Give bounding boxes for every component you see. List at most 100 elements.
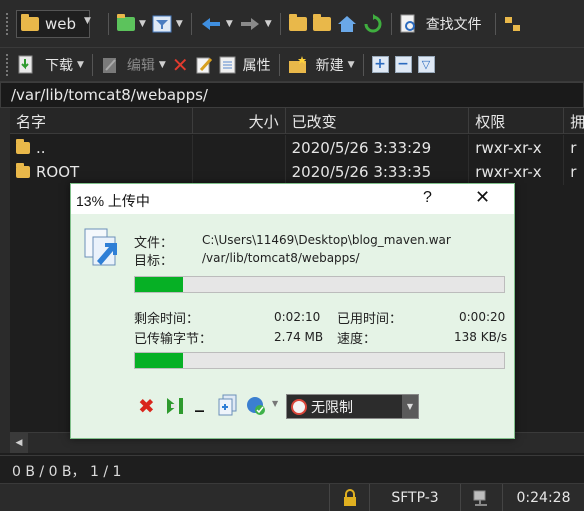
filter-icon <box>152 15 172 32</box>
file-modified: 2020/5/26 3:33:29 <box>291 139 432 157</box>
file-permissions: rwxr-xr-x <box>475 139 542 157</box>
home-directory-button[interactable] <box>334 10 360 38</box>
new-label: 新建 <box>315 57 344 74</box>
unselect-all-button[interactable]: − <box>392 51 415 79</box>
transfer-queue-icon[interactable] <box>217 394 239 416</box>
pane-splitter[interactable] <box>0 108 10 453</box>
parent-folder-icon <box>16 139 30 154</box>
close-button[interactable]: ✕ <box>475 187 490 208</box>
parent-directory-button[interactable] <box>286 10 310 38</box>
toolbar-overflow-button[interactable] <box>501 10 525 38</box>
dialog-title-bar[interactable]: 13% 上传中 ? ✕ <box>71 184 514 214</box>
file-name-cell: .. <box>10 135 193 161</box>
column-permissions[interactable]: 权限 <box>469 108 565 134</box>
file-operations-toolbar: 下载 ▼ 编辑 ▼ ✕ 属性 新建 ▼ + − ▽ <box>0 48 584 82</box>
total-progress-bar <box>134 352 505 369</box>
rename-icon <box>196 57 212 73</box>
file-permissions: rwxr-xr-x <box>475 163 542 181</box>
minimize-to-tray-icon[interactable]: _ <box>195 392 204 413</box>
chevron-down-icon: ▼ <box>139 18 146 29</box>
skip-file-icon[interactable] <box>165 396 187 416</box>
overflow-icon <box>504 16 520 31</box>
file-modified-cell: 2020/5/26 3:33:29 <box>286 135 470 161</box>
toolbar-grip[interactable] <box>6 53 10 76</box>
time-elapsed-value: 0:00:20 <box>459 310 506 324</box>
upload-progress-dialog: 13% 上传中 ? ✕ 文件： C:\Users\11469\Desktop\b… <box>70 183 515 439</box>
remote-path-bar[interactable]: /var/lib/tomcat8/webapps/ <box>0 82 584 108</box>
cancel-transfer-icon[interactable]: ✖ <box>138 394 155 418</box>
rename-button[interactable] <box>192 51 216 79</box>
select-all-button[interactable]: + <box>369 51 392 79</box>
column-owner[interactable]: 拥 <box>564 108 584 134</box>
find-files-icon <box>400 14 415 32</box>
encryption-indicator[interactable] <box>329 484 369 511</box>
delete-icon: ✕ <box>171 52 189 77</box>
download-icon <box>18 55 33 73</box>
plus-icon: + <box>371 56 389 73</box>
open-directory-button[interactable]: ▼ <box>114 10 149 38</box>
properties-label: 属性 <box>242 57 271 74</box>
column-modified[interactable]: 已改变 <box>286 108 470 134</box>
root-directory-button[interactable] <box>310 10 334 38</box>
home-icon <box>337 15 356 32</box>
time-left-label: 剩余时间： <box>134 312 200 327</box>
location-combo[interactable]: web <box>16 9 90 38</box>
chevron-down-icon[interactable]: ▼ <box>272 399 278 408</box>
download-button[interactable]: 下载 ▼ <box>14 51 87 79</box>
sort-ascending-icon: ^ <box>96 108 104 114</box>
refresh-button[interactable] <box>360 10 386 38</box>
chevron-down-icon: ▼ <box>264 18 272 29</box>
properties-button[interactable]: 属性 <box>216 51 274 79</box>
delete-button[interactable]: ✕ <box>169 51 192 79</box>
chevron-down-icon: ▼ <box>347 59 355 70</box>
upload-transfer-icon <box>84 228 117 266</box>
new-folder-icon <box>288 55 306 73</box>
chevron-down-icon[interactable]: ▼ <box>402 395 418 418</box>
speed-limit-select[interactable]: 无限制 ▼ <box>286 394 419 419</box>
target-path: /var/lib/tomcat8/webapps/ <box>202 251 360 265</box>
speed-value: 138 KB/s <box>454 330 508 344</box>
file-owner: r <box>570 163 577 181</box>
forward-arrow-icon <box>240 17 259 30</box>
network-icon <box>473 490 487 506</box>
help-button[interactable]: ? <box>423 189 432 207</box>
file-progress-fill <box>135 277 183 292</box>
chevron-down-icon: ▼ <box>175 18 183 29</box>
find-files-button[interactable]: 查找文件 <box>397 10 485 38</box>
file-owner-cell: r <box>564 159 584 185</box>
edit-label: 编辑 <box>126 57 155 74</box>
bytes-transferred-value: 2.74 MB <box>274 330 324 344</box>
column-size[interactable]: 大小 <box>193 108 286 134</box>
file-modified: 2020/5/26 3:33:35 <box>291 163 432 181</box>
file-size-cell <box>193 159 286 185</box>
edit-button[interactable]: 编辑 ▼ <box>98 51 169 79</box>
file-name: .. <box>36 139 46 157</box>
location-dropdown-icon[interactable]: ▼ <box>84 16 91 26</box>
file-name: ROOT <box>36 163 80 181</box>
file-list-header: 名字 ^ 大小 已改变 权限 拥 <box>10 108 584 134</box>
protocol-indicator[interactable]: SFTP-3 <box>369 484 460 511</box>
column-name[interactable]: 名字 ^ <box>10 108 193 134</box>
file-row[interactable]: ROOT 2020/5/26 3:33:35 rwxr-xr-x r <box>10 159 584 185</box>
edit-icon <box>102 57 116 73</box>
bytes-transferred-label: 已传输字节： <box>134 332 213 347</box>
column-modified-label: 已改变 <box>291 112 337 131</box>
properties-icon <box>219 56 236 73</box>
back-button[interactable]: ▼ <box>197 10 236 38</box>
back-arrow-icon <box>201 17 220 30</box>
folder-icon <box>16 163 30 178</box>
open-folder-icon <box>117 13 135 31</box>
chevron-down-icon: ▼ <box>77 59 84 70</box>
connection-indicator[interactable] <box>460 484 502 511</box>
scroll-left-icon[interactable]: ◀ <box>10 433 28 453</box>
session-time: 0:24:28 <box>502 484 584 511</box>
filter-selection-button[interactable]: ▽ <box>415 51 438 79</box>
new-button[interactable]: 新建 ▼ <box>285 51 358 79</box>
toolbar-grip[interactable] <box>6 12 10 35</box>
file-row[interactable]: .. 2020/5/26 3:33:29 rwxr-xr-x r <box>10 135 584 161</box>
once-done-icon[interactable] <box>245 395 267 417</box>
forward-button[interactable]: ▼ <box>236 10 275 38</box>
filter-button[interactable]: ▼ <box>149 10 186 38</box>
file-owner-cell: r <box>564 135 584 161</box>
download-label: 下载 <box>45 57 73 74</box>
